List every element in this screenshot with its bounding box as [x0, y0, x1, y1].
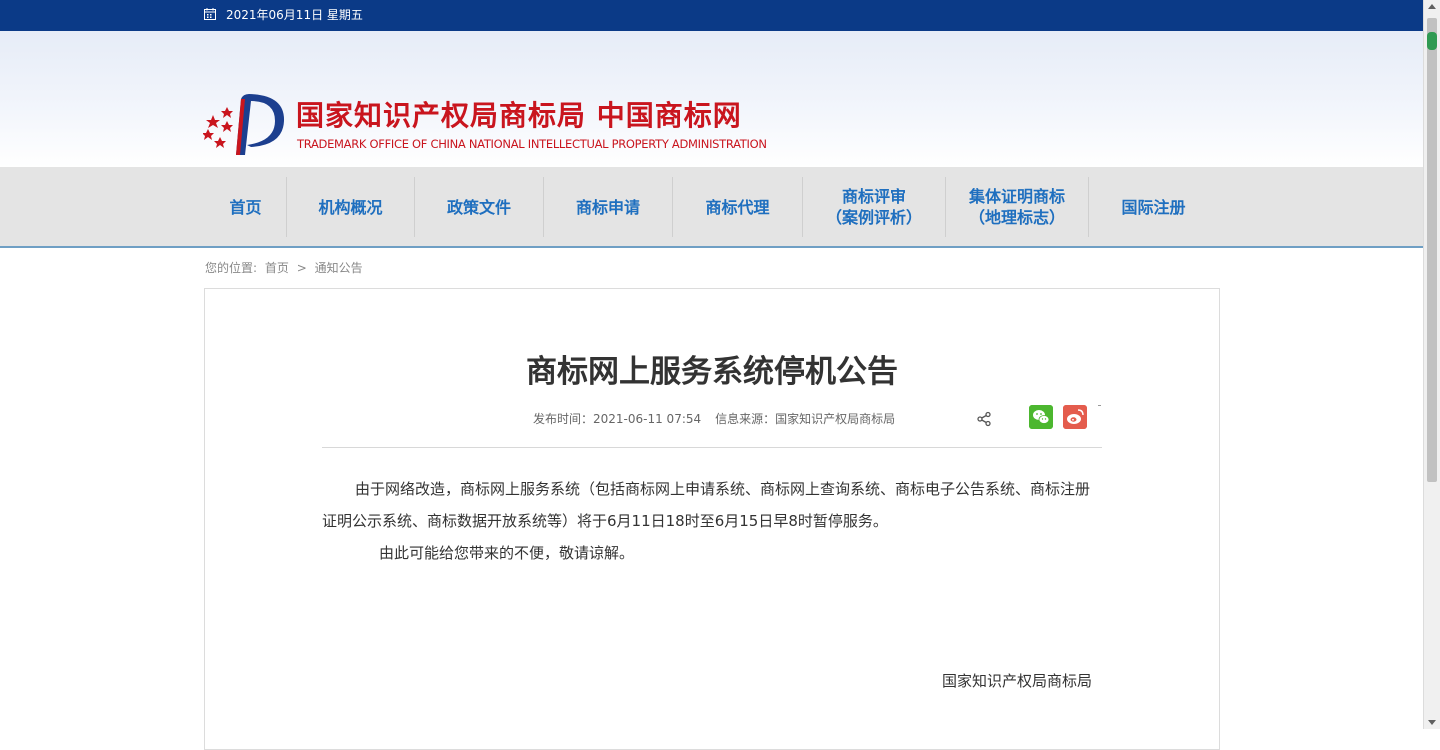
- nav-item-organization[interactable]: 机构概况: [287, 177, 414, 237]
- trademark-office-logo-icon[interactable]: [203, 89, 289, 157]
- site-header: 国家知识产权局商标局 中国商标网 TRADEMARK OFFICE OF CHI…: [0, 31, 1423, 167]
- nav-item-home[interactable]: 首页: [205, 177, 286, 237]
- current-date: 2021年06月11日 星期五: [226, 8, 363, 22]
- wechat-icon[interactable]: [1029, 405, 1053, 429]
- nav-label: 政策文件: [446, 197, 511, 217]
- nav-label: 国际注册: [1121, 197, 1186, 217]
- info-source: 信息来源：国家知识产权局商标局: [715, 412, 896, 426]
- breadcrumb-current-link[interactable]: 通知公告: [315, 261, 363, 275]
- calendar-icon: [204, 8, 216, 20]
- article-signature: 国家知识产权局商标局: [942, 672, 1093, 690]
- article-title: 商标网上服务系统停机公告: [526, 354, 898, 390]
- nav-item-application[interactable]: 商标申请: [544, 177, 672, 237]
- nav-label: 集体证明商标: [968, 187, 1065, 206]
- nav-label: 商标代理: [705, 197, 770, 217]
- weibo-icon[interactable]: [1063, 405, 1087, 429]
- breadcrumb: 您的位置: 首页 > 通知公告: [205, 260, 367, 276]
- article-meta: 发布时间：2021-06-11 07:54 信息来源：国家知识产权局商标局: [533, 411, 895, 427]
- nav-sublabel: （案例评析）: [825, 208, 922, 227]
- nav-label: 商标评审: [841, 187, 906, 206]
- nav-item-international[interactable]: 国际注册: [1089, 177, 1218, 237]
- title-divider: [322, 447, 1102, 448]
- nav-item-agency[interactable]: 商标代理: [673, 177, 802, 237]
- share-icon[interactable]: [976, 411, 992, 427]
- nav-item-review[interactable]: 商标评审 （案例评析）: [803, 177, 945, 237]
- breadcrumb-home-link[interactable]: 首页: [265, 261, 289, 275]
- page-scrollbar[interactable]: [1423, 0, 1440, 729]
- article-paragraph: 由于网络改造，商标网上服务系统（包括商标网上申请系统、商标网上查询系统、商标电子…: [322, 480, 1091, 530]
- nav-label: 首页: [229, 197, 262, 217]
- publish-time: 发布时间：2021-06-11 07:54: [533, 412, 702, 426]
- article-paragraph: 由此可能给您带来的不便，敬请谅解。: [379, 544, 635, 562]
- nav-label: 机构概况: [318, 197, 383, 217]
- scroll-down-icon[interactable]: [1428, 720, 1436, 725]
- breadcrumb-separator: >: [296, 261, 307, 275]
- top-bar: 2021年06月11日 星期五: [0, 0, 1423, 31]
- nav-item-collective-marks[interactable]: 集体证明商标 （地理标志）: [946, 177, 1088, 237]
- scroll-grip-handle[interactable]: [1427, 32, 1437, 50]
- share-more-dash: [1098, 405, 1101, 406]
- nav-label: 商标申请: [575, 197, 640, 217]
- site-title-en[interactable]: TRADEMARK OFFICE OF CHINA NATIONAL INTEL…: [297, 137, 767, 151]
- nav-item-policy[interactable]: 政策文件: [415, 177, 543, 237]
- site-title-cn[interactable]: 国家知识产权局商标局 中国商标网: [296, 98, 742, 134]
- main-nav: 首页 机构概况 政策文件 商标申请 商标代理 商标评审 （案例评析） 集体证明商…: [0, 167, 1423, 248]
- scroll-thumb[interactable]: [1427, 18, 1437, 482]
- breadcrumb-prefix: 您的位置:: [205, 261, 258, 275]
- nav-sublabel: （地理标志）: [968, 208, 1065, 227]
- scroll-up-icon[interactable]: [1428, 4, 1436, 9]
